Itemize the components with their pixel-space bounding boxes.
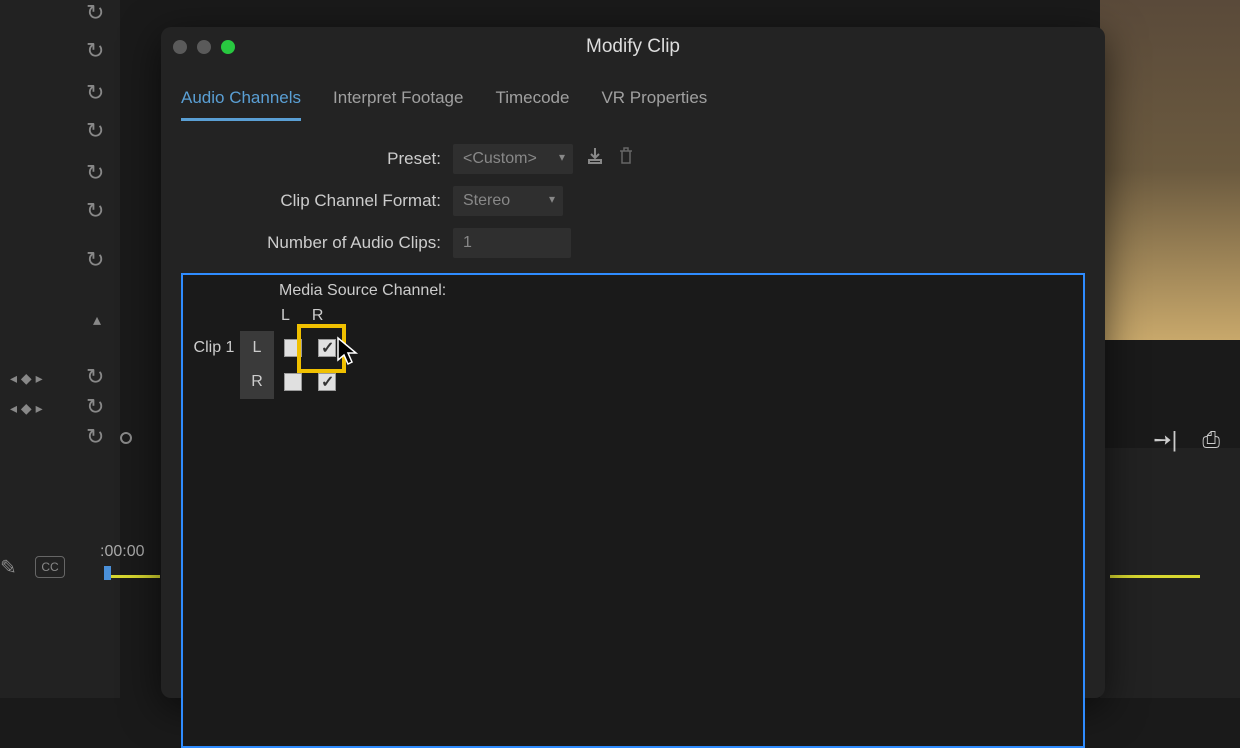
clip-format-select[interactable]: Stereo (453, 186, 563, 216)
keyframe-nav[interactable]: ◂ ◆ ▸ (10, 400, 43, 417)
redo-icon: ↻ (86, 0, 104, 26)
preset-label: Preset: (181, 149, 441, 169)
timeline-highlight-right (1110, 575, 1200, 578)
channel-row-l: Clip 1 L (183, 331, 1083, 365)
dialog-tabs: Audio Channels Interpret Footage Timecod… (181, 82, 1085, 122)
delete-preset-icon[interactable] (617, 146, 635, 172)
background-preview-panel (1100, 0, 1240, 340)
window-minimize-button[interactable] (197, 40, 211, 54)
dialog-titlebar[interactable]: Modify Clip (161, 27, 1105, 67)
tab-audio-channels[interactable]: Audio Channels (181, 82, 301, 121)
keyframe-nav[interactable]: ◂ ◆ ▸ (10, 370, 43, 387)
collapse-up-icon[interactable]: ▴ (93, 310, 101, 330)
redo-icon: ↻ (86, 424, 104, 450)
redo-icon: ↻ (86, 247, 104, 273)
column-label-l: L (281, 307, 290, 325)
modify-clip-dialog: Modify Clip Audio Channels Interpret Foo… (161, 27, 1105, 698)
column-label-r: R (312, 307, 324, 325)
row-label-r: R (240, 365, 274, 399)
checkbox-r-r[interactable] (318, 373, 336, 391)
window-close-button[interactable] (173, 40, 187, 54)
num-clips-input[interactable] (453, 228, 571, 258)
num-clips-label: Number of Audio Clips: (181, 233, 441, 253)
channel-row-r: R (183, 365, 1083, 399)
redo-icon: ↻ (86, 394, 104, 420)
redo-icon: ↻ (86, 364, 104, 390)
save-preset-icon[interactable] (585, 146, 605, 172)
clip-label: Clip 1 (183, 339, 240, 357)
checkbox-l-r[interactable] (318, 339, 336, 357)
tab-vr-properties[interactable]: VR Properties (601, 82, 707, 121)
redo-icon: ↻ (86, 38, 104, 64)
playhead[interactable] (104, 566, 111, 580)
background-right-bottom (1100, 448, 1240, 698)
preset-select[interactable]: <Custom> (453, 144, 573, 174)
redo-icon: ↻ (86, 198, 104, 224)
row-label-l: L (240, 331, 274, 365)
pen-tool-icon[interactable]: ✎ (0, 555, 17, 580)
dialog-title: Modify Clip (586, 36, 680, 58)
tab-interpret-footage[interactable]: Interpret Footage (333, 82, 463, 121)
checkbox-r-l[interactable] (284, 373, 302, 391)
insert-icon[interactable]: ➙| (1153, 427, 1177, 453)
timeline-highlight (105, 575, 160, 578)
circle-marker-icon (120, 432, 132, 444)
media-source-channel-header: Media Source Channel: (183, 275, 1083, 307)
channel-matrix-area: Media Source Channel: L R Clip 1 L R (181, 273, 1085, 748)
export-icon[interactable]: ⎙ (1202, 427, 1220, 453)
redo-icon: ↻ (86, 80, 104, 106)
tab-timecode[interactable]: Timecode (495, 82, 569, 121)
redo-icon: ↻ (86, 118, 104, 144)
redo-icon: ↻ (86, 160, 104, 186)
checkbox-l-l[interactable] (284, 339, 302, 357)
cc-toggle[interactable]: CC (35, 556, 65, 578)
clip-format-label: Clip Channel Format: (181, 191, 441, 211)
window-maximize-button[interactable] (221, 40, 235, 54)
